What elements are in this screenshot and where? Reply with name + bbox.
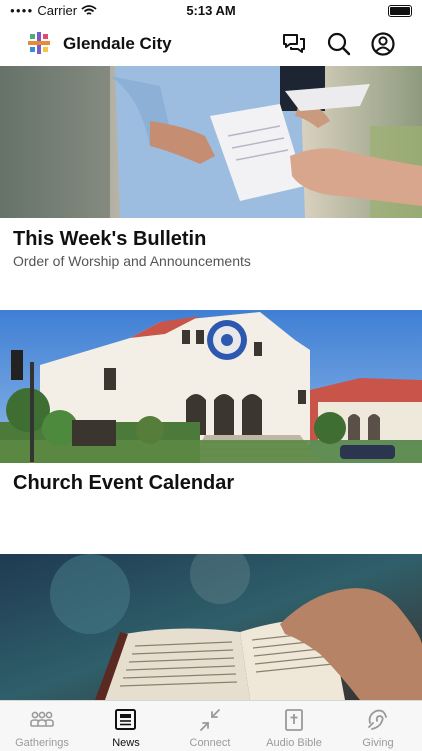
people-icon — [30, 711, 54, 727]
tab-label: Giving — [362, 737, 394, 749]
tab-label: Connect — [189, 737, 231, 749]
news-icon — [115, 709, 136, 730]
bulletin-image — [0, 66, 422, 218]
app-title: Glendale City — [63, 34, 172, 53]
tab-bar: Gatherings News Connect Audio Bible Givi… — [0, 700, 422, 751]
chat-icon[interactable] — [281, 31, 307, 57]
app-logo-icon — [28, 32, 50, 54]
giving-icon — [368, 709, 387, 730]
tab-news[interactable]: News — [84, 701, 168, 751]
tab-gatherings[interactable]: Gatherings — [0, 701, 84, 751]
tab-giving[interactable]: Giving — [336, 701, 420, 751]
battery-icon — [388, 5, 412, 17]
tab-label: Audio Bible — [266, 737, 322, 749]
bulletin-card[interactable]: This Week's Bulletin Order of Worship an… — [0, 66, 422, 310]
app-header: Glendale City — [0, 22, 422, 66]
bible-card[interactable] — [0, 554, 422, 700]
connect-icon — [200, 709, 220, 731]
church-building-photo — [0, 310, 422, 463]
bulletin-handout-photo — [0, 66, 422, 218]
status-bar: ●●●● Carrier 5:13 AM — [0, 0, 422, 22]
tab-connect[interactable]: Connect — [168, 701, 252, 751]
bible-image — [0, 554, 422, 700]
card-subtitle: Order of Worship and Announcements — [13, 253, 251, 269]
bible-icon — [285, 709, 303, 731]
search-icon[interactable] — [326, 31, 352, 57]
tab-label: Gatherings — [15, 737, 69, 749]
calendar-image — [0, 310, 422, 463]
status-time: 5:13 AM — [186, 3, 236, 18]
open-bible-photo — [0, 554, 422, 700]
tab-audio-bible[interactable]: Audio Bible — [252, 701, 336, 751]
account-icon[interactable] — [370, 31, 396, 57]
card-title: This Week's Bulletin — [13, 228, 207, 250]
calendar-card[interactable]: Church Event Calendar — [0, 310, 422, 554]
tab-label: News — [112, 737, 140, 749]
card-title: Church Event Calendar — [13, 472, 235, 494]
